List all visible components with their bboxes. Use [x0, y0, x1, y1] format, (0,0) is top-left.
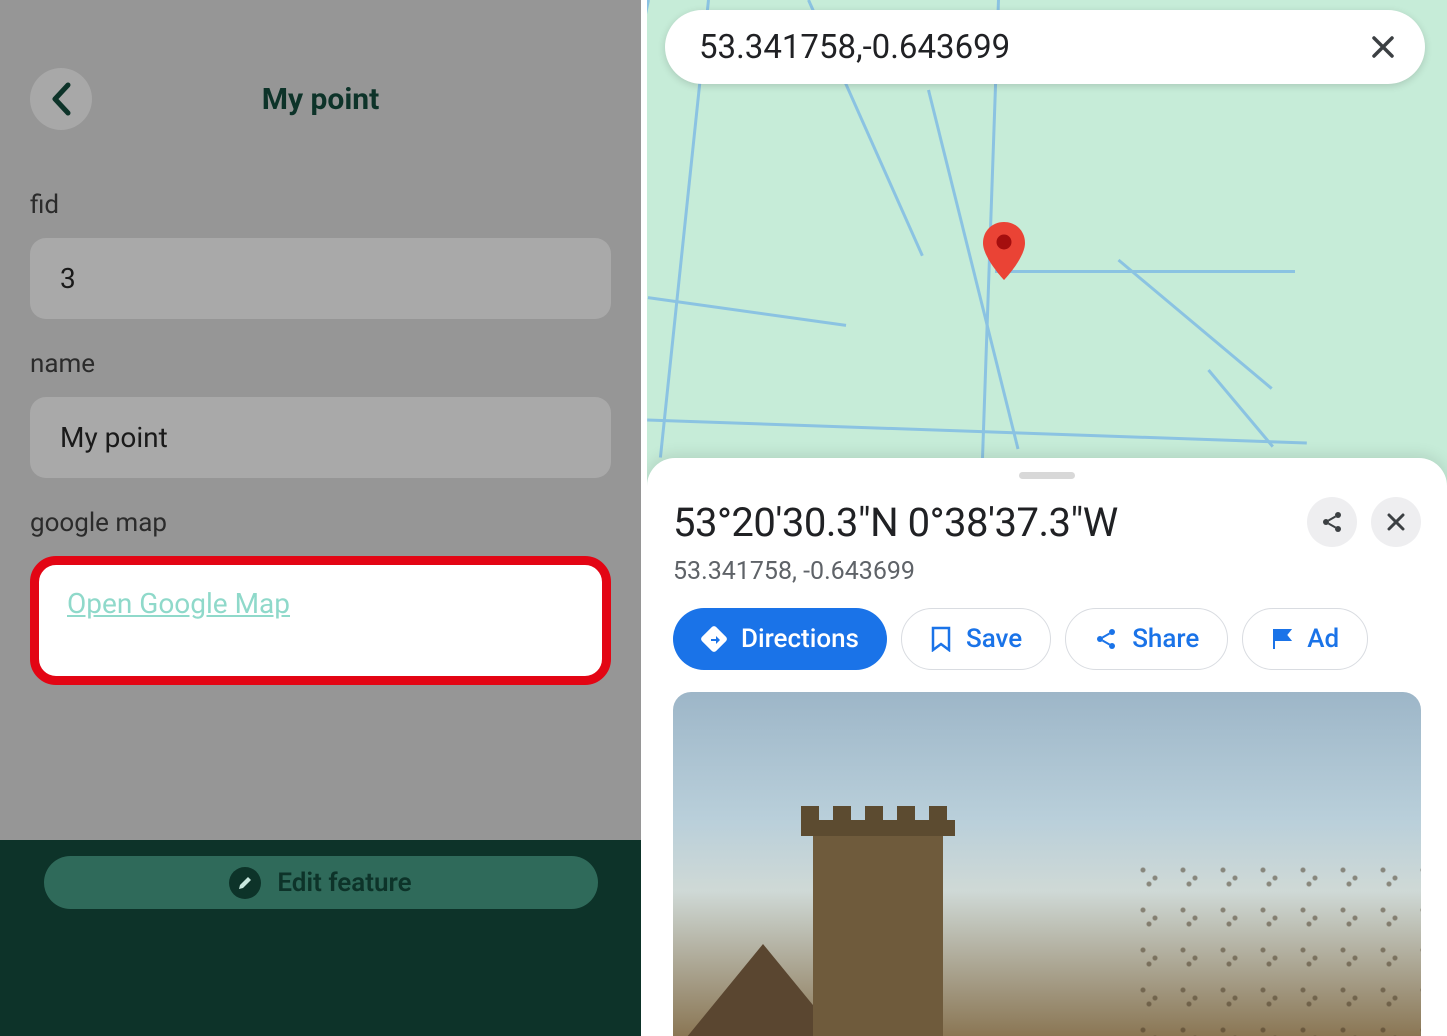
action-chip-row: Directions Save Share Ad	[647, 586, 1447, 692]
flag-icon	[1271, 627, 1293, 651]
directions-label: Directions	[741, 624, 859, 654]
add-label: Ad	[1307, 624, 1339, 654]
photo-crenel	[833, 806, 851, 820]
name-field[interactable]: My point	[30, 397, 611, 478]
edit-feature-label: Edit feature	[277, 868, 411, 898]
bottom-bar: Edit feature	[0, 840, 641, 1036]
open-google-map-link[interactable]: Open Google Map	[67, 587, 290, 620]
map-search-value: 53.341758,-0.643699	[699, 28, 1363, 67]
name-label: name	[30, 349, 611, 379]
directions-icon	[701, 626, 727, 652]
back-button[interactable]	[30, 68, 92, 130]
close-sheet-button[interactable]	[1371, 497, 1421, 547]
gmap-highlight-box: Open Google Map	[30, 556, 611, 685]
add-button[interactable]: Ad	[1242, 608, 1368, 670]
clear-search-button[interactable]	[1363, 27, 1403, 67]
google-maps-panel: 53.341758,-0.643699 53°20'30.3"N 0°38'37…	[647, 0, 1447, 1036]
photo-tower-top	[801, 820, 955, 836]
chevron-left-icon	[50, 82, 72, 116]
form-area: fid 3 name My point google map Open Goog…	[0, 160, 641, 685]
location-sheet[interactable]: 53°20'30.3"N 0°38'37.3"W 53.341758, -0.6…	[647, 458, 1447, 1036]
coords-title: 53°20'30.3"N 0°38'37.3"W	[673, 499, 1293, 546]
share-icon	[1320, 510, 1344, 534]
photo-crenel	[897, 806, 915, 820]
photo-crenel	[865, 806, 883, 820]
page-title: My point	[0, 82, 641, 117]
edit-feature-button[interactable]: Edit feature	[44, 856, 598, 909]
map-pin-icon	[983, 222, 1025, 280]
photo-crenel	[801, 806, 819, 820]
close-icon	[1369, 33, 1397, 61]
photo-tower-shape	[813, 834, 943, 1036]
coords-subtitle: 53.341758, -0.643699	[647, 547, 1447, 586]
close-icon	[1385, 511, 1407, 533]
share-icon	[1094, 627, 1118, 651]
share-top-button[interactable]	[1307, 497, 1357, 547]
photo-branches	[1131, 854, 1421, 1036]
location-photo[interactable]	[673, 692, 1421, 1036]
pencil-icon-circle	[229, 867, 261, 899]
photo-crenel	[929, 806, 947, 820]
fid-label: fid	[30, 190, 611, 220]
share-button[interactable]: Share	[1065, 608, 1228, 670]
bookmark-icon	[930, 626, 952, 652]
gmap-label: google map	[30, 508, 611, 538]
sheet-header: 53°20'30.3"N 0°38'37.3"W	[647, 497, 1447, 547]
feature-form-panel: My point fid 3 name My point google map …	[0, 0, 641, 1036]
save-button[interactable]: Save	[901, 608, 1051, 670]
map-search-bar[interactable]: 53.341758,-0.643699	[665, 10, 1425, 84]
save-label: Save	[966, 624, 1022, 654]
header: My point	[0, 0, 641, 160]
pencil-icon	[237, 875, 253, 891]
share-label: Share	[1132, 624, 1199, 654]
directions-button[interactable]: Directions	[673, 608, 887, 670]
fid-field[interactable]: 3	[30, 238, 611, 319]
drag-handle[interactable]	[1019, 472, 1075, 479]
